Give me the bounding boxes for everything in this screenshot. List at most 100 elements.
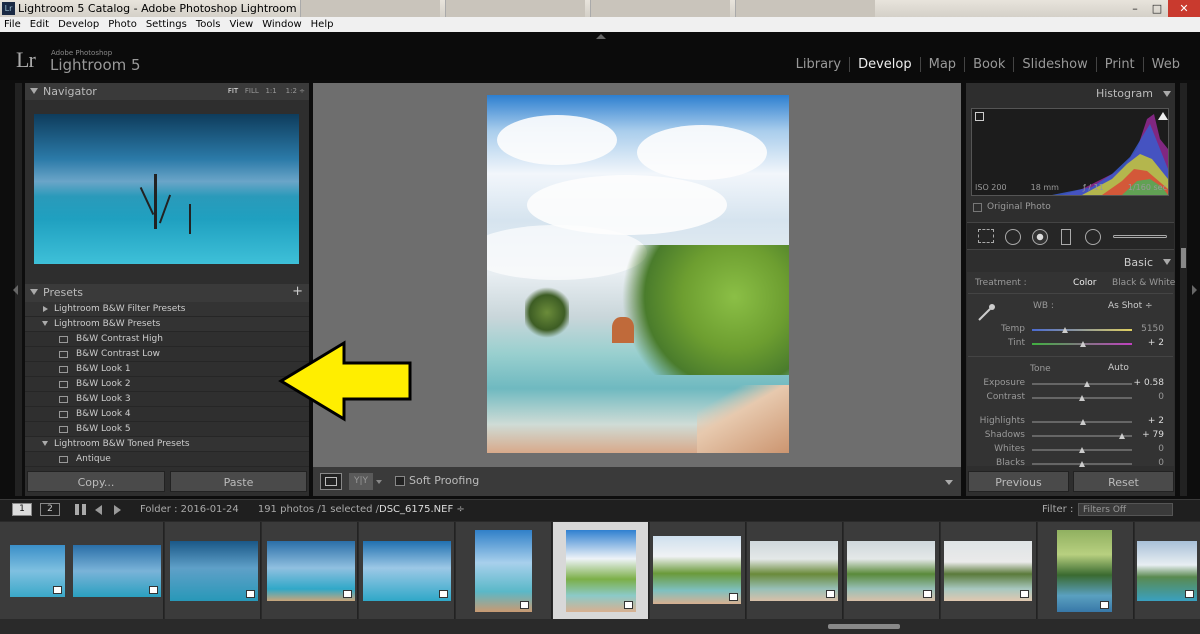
filmstrip-thumbnail[interactable]: [267, 541, 355, 601]
navigator-header[interactable]: Navigator FIT FILL 1:1 1:2 ÷: [25, 83, 309, 100]
slider-thumb-highlights[interactable]: [1080, 419, 1086, 425]
loupe-view-icon[interactable]: [320, 473, 342, 490]
filmstrip-thumbnail[interactable]: [566, 530, 636, 612]
filmstrip-source-info[interactable]: Folder : 2016-01-24 191 photos /1 select…: [140, 504, 465, 515]
grid-view-icon[interactable]: [75, 504, 86, 515]
slider-track-temp[interactable]: [1032, 329, 1132, 331]
preset-folder[interactable]: Lightroom B&W Toned Presets: [25, 437, 309, 452]
presets-header[interactable]: Presets +: [25, 284, 309, 302]
slider-track-shadows[interactable]: [1032, 435, 1132, 437]
menu-settings[interactable]: Settings: [146, 17, 187, 32]
main-window-button[interactable]: 1: [12, 503, 32, 516]
slider-thumb-temp[interactable]: [1062, 327, 1068, 333]
close-icon[interactable]: ✕: [1168, 0, 1200, 17]
menu-tools[interactable]: Tools: [196, 17, 221, 32]
filmstrip-thumbnail[interactable]: [1057, 530, 1112, 612]
module-print[interactable]: Print: [1095, 57, 1143, 72]
filmstrip-thumbnail[interactable]: [363, 541, 451, 601]
reset-button[interactable]: Reset: [1073, 471, 1174, 492]
basic-header[interactable]: Basic: [966, 254, 1175, 271]
slider-value-temp[interactable]: 5150: [1124, 324, 1164, 334]
add-preset-plus-icon[interactable]: +: [292, 284, 303, 299]
previous-button[interactable]: Previous: [968, 471, 1069, 492]
original-photo-checkbox[interactable]: [973, 203, 982, 212]
crop-icon[interactable]: [978, 229, 994, 243]
module-library[interactable]: Library: [788, 57, 849, 72]
redeye-icon[interactable]: [1032, 229, 1048, 245]
menu-develop[interactable]: Develop: [58, 17, 99, 32]
right-scrollbar-thumb[interactable]: [1181, 248, 1186, 268]
toolbar-content-dropdown-icon[interactable]: [945, 480, 953, 485]
slider-thumb-exposure[interactable]: [1084, 381, 1090, 387]
secondary-window-button[interactable]: 2: [40, 503, 60, 516]
preset-item[interactable]: B&W Look 1: [25, 362, 309, 377]
slider-value-shadows[interactable]: + 79: [1124, 430, 1164, 440]
treatment-color[interactable]: Color: [1073, 278, 1097, 288]
slider-value-highlights[interactable]: + 2: [1124, 416, 1164, 426]
filmstrip-thumbnail[interactable]: [847, 541, 935, 601]
preset-item[interactable]: B&W Look 5: [25, 422, 309, 437]
filmstrip-thumbnail[interactable]: [73, 545, 161, 597]
slider-value-contrast[interactable]: 0: [1124, 392, 1164, 402]
copy-button[interactable]: Copy...: [27, 471, 165, 492]
right-panel-scrollbar[interactable]: [1180, 83, 1187, 496]
right-panel-toggle-icon[interactable]: [1192, 285, 1197, 295]
preset-folder[interactable]: Lightroom B&W Presets: [25, 317, 309, 332]
slider-value-blacks[interactable]: 0: [1124, 458, 1164, 468]
filmstrip-thumbnail[interactable]: [944, 541, 1032, 601]
preset-item[interactable]: Antique: [25, 452, 309, 467]
left-panel-toggle-icon[interactable]: [13, 285, 18, 295]
eyedropper-icon[interactable]: [977, 302, 997, 322]
slider-thumb-whites[interactable]: [1079, 447, 1085, 453]
module-web[interactable]: Web: [1142, 57, 1188, 72]
maximize-icon[interactable]: □: [1146, 0, 1168, 17]
before-after-dropdown-icon[interactable]: [376, 480, 382, 484]
menu-photo[interactable]: Photo: [108, 17, 137, 32]
slider-value-whites[interactable]: 0: [1124, 444, 1164, 454]
preset-item[interactable]: B&W Look 4: [25, 407, 309, 422]
slider-value-tint[interactable]: + 2: [1124, 338, 1164, 348]
radial-filter-icon[interactable]: [1085, 229, 1101, 245]
filmstrip-thumbnail[interactable]: [750, 541, 838, 601]
auto-tone-button[interactable]: Auto: [1108, 363, 1129, 373]
spot-removal-icon[interactable]: [1005, 229, 1021, 245]
filmstrip-thumbnail[interactable]: [170, 541, 258, 601]
preset-item[interactable]: B&W Contrast High: [25, 332, 309, 347]
preset-item[interactable]: B&W Look 3: [25, 392, 309, 407]
histogram-header[interactable]: Histogram: [966, 85, 1175, 103]
soft-proofing-checkbox[interactable]: [395, 476, 405, 486]
slider-thumb-tint[interactable]: [1080, 341, 1086, 347]
graduated-filter-icon[interactable]: [1061, 229, 1071, 245]
menu-window[interactable]: Window: [262, 17, 301, 32]
zoom-1-2[interactable]: 1:2 ÷: [286, 87, 305, 95]
adjustment-brush-icon[interactable]: [1113, 235, 1167, 238]
next-arrow-icon[interactable]: [114, 505, 121, 515]
preset-folder[interactable]: Lightroom B&W Filter Presets: [25, 302, 309, 317]
module-slideshow[interactable]: Slideshow: [1013, 57, 1095, 72]
module-develop[interactable]: Develop: [849, 57, 920, 72]
filmstrip-scrollbar-thumb[interactable]: [828, 624, 900, 629]
minimize-icon[interactable]: –: [1124, 0, 1146, 17]
preset-item[interactable]: B&W Contrast Low: [25, 347, 309, 362]
before-after-icon[interactable]: Y|Y: [349, 473, 373, 490]
slider-thumb-contrast[interactable]: [1079, 395, 1085, 401]
navigator-preview[interactable]: [34, 114, 299, 264]
main-photo[interactable]: [487, 95, 789, 453]
filter-dropdown[interactable]: Filters Off: [1078, 503, 1173, 516]
menu-edit[interactable]: Edit: [30, 17, 49, 32]
menu-help[interactable]: Help: [311, 17, 334, 32]
shadow-clipping-indicator[interactable]: [975, 112, 984, 121]
wb-dropdown[interactable]: As Shot ÷: [1108, 301, 1153, 311]
module-book[interactable]: Book: [964, 57, 1013, 72]
zoom-fill[interactable]: FILL: [245, 87, 259, 95]
preset-item[interactable]: B&W Look 2: [25, 377, 309, 392]
paste-button[interactable]: Paste: [170, 471, 307, 492]
slider-value-exposure[interactable]: + 0.58: [1124, 378, 1164, 388]
filmstrip-thumbnail[interactable]: [653, 536, 741, 604]
menu-view[interactable]: View: [229, 17, 253, 32]
zoom-fit[interactable]: FIT: [228, 87, 238, 95]
zoom-1-1[interactable]: 1:1: [265, 87, 276, 95]
filmstrip-thumbnail[interactable]: [475, 530, 532, 612]
top-panel-toggle-icon[interactable]: [596, 34, 606, 39]
module-map[interactable]: Map: [919, 57, 964, 72]
